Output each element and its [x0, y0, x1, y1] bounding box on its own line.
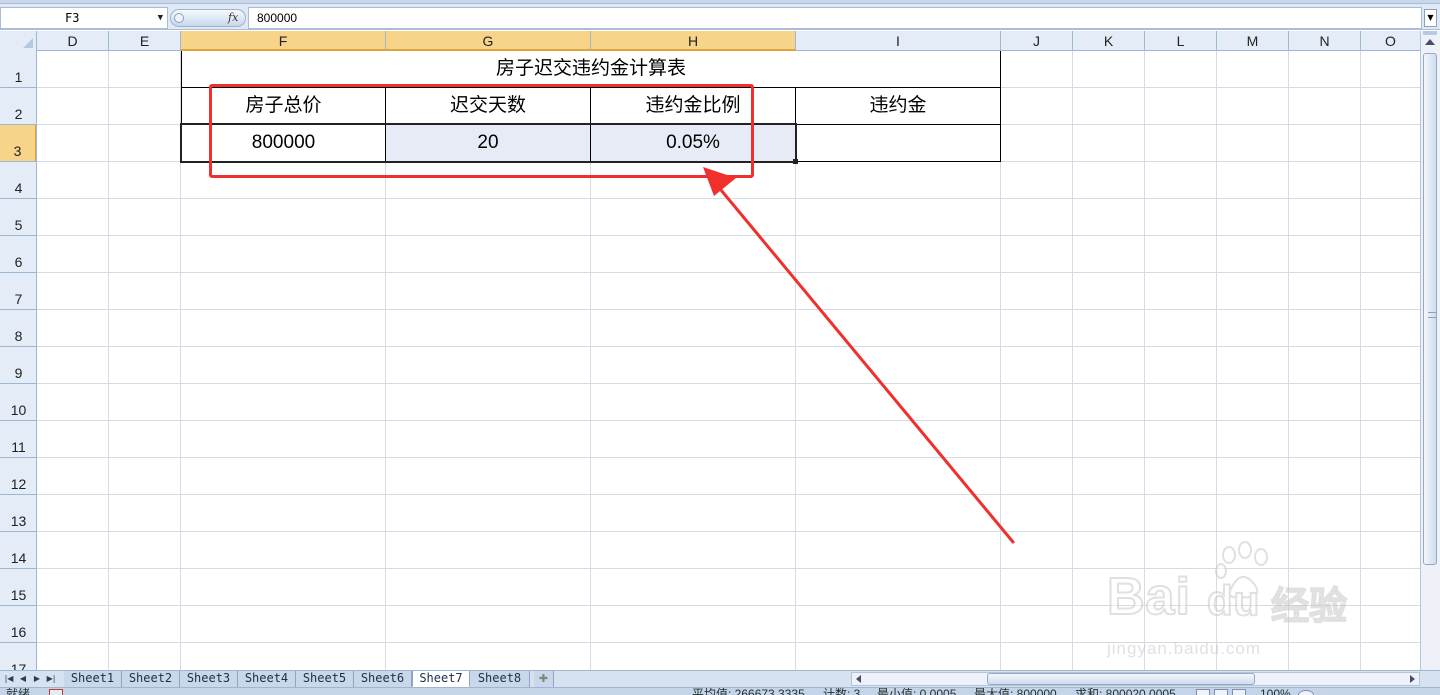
sheet-tab-sheet1[interactable]: Sheet1 — [64, 671, 122, 687]
watermark-brand-du: du — [1206, 576, 1261, 625]
watermark-brand-bai: Bai — [1106, 567, 1191, 627]
vertical-scroll-thumb[interactable] — [1423, 53, 1437, 565]
sheet-tab-sheet5[interactable]: Sheet5 — [296, 671, 354, 687]
watermark-url: jingyan.baidu.com — [1107, 639, 1262, 658]
macro-record-icon[interactable] — [49, 689, 63, 695]
last-sheet-icon[interactable]: ▶| — [44, 671, 58, 687]
sheet-tab-sheet7[interactable]: Sheet7 — [412, 671, 470, 687]
horizontal-scroll-thumb[interactable] — [987, 673, 1255, 685]
scroll-right-icon[interactable] — [1410, 675, 1415, 683]
status-mode: 就绪 — [6, 687, 31, 695]
normal-view-icon[interactable] — [1196, 689, 1210, 695]
grip-icon — [1428, 312, 1436, 318]
watermark-brand-cn: 经验 — [1270, 583, 1348, 629]
sheet-tab-sheet4[interactable]: Sheet4 — [238, 671, 296, 687]
insert-sheet-icon[interactable]: ✚ — [534, 671, 554, 687]
page-layout-view-icon[interactable] — [1214, 689, 1228, 695]
zoom-level[interactable]: 100% — [1260, 688, 1291, 695]
scroll-left-icon[interactable] — [856, 675, 861, 683]
status-bar: 就绪 平均值: 266673.3335 计数: 3 最小值: 0.0005 最大… — [0, 687, 1440, 695]
page-break-view-icon[interactable] — [1232, 689, 1246, 695]
status-min: 最小值: 0.0005 — [877, 687, 957, 695]
prev-sheet-icon[interactable]: ◀ — [16, 671, 30, 687]
zoom-out-icon[interactable] — [1298, 690, 1314, 695]
status-average: 平均值: 266673.3335 — [692, 687, 805, 695]
status-count: 计数: 3 — [823, 687, 861, 695]
sheet-tab-sheet8[interactable]: Sheet8 — [470, 671, 530, 687]
vertical-scrollbar[interactable] — [1420, 31, 1440, 670]
sheet-tab-sheet6[interactable]: Sheet6 — [354, 671, 412, 687]
sheet-tab-bar: |◀ ◀ ▶ ▶| Sheet1 Sheet2 Sheet3 Sheet4 Sh… — [0, 670, 1440, 687]
split-handle[interactable] — [1423, 31, 1437, 35]
horizontal-scrollbar[interactable] — [851, 672, 1420, 686]
next-sheet-icon[interactable]: ▶ — [30, 671, 44, 687]
sheet-tab-sheet2[interactable]: Sheet2 — [122, 671, 180, 687]
baidu-jingyan-watermark: Bai du 经验 jingyan.baidu.com — [1103, 541, 1373, 665]
status-sum: 求和: 800020.0005 — [1075, 687, 1176, 695]
status-max: 最大值: 800000 — [974, 687, 1057, 695]
sheet-tab-sheet3[interactable]: Sheet3 — [180, 671, 238, 687]
scroll-up-icon[interactable] — [1425, 39, 1435, 45]
first-sheet-icon[interactable]: |◀ — [2, 671, 16, 687]
